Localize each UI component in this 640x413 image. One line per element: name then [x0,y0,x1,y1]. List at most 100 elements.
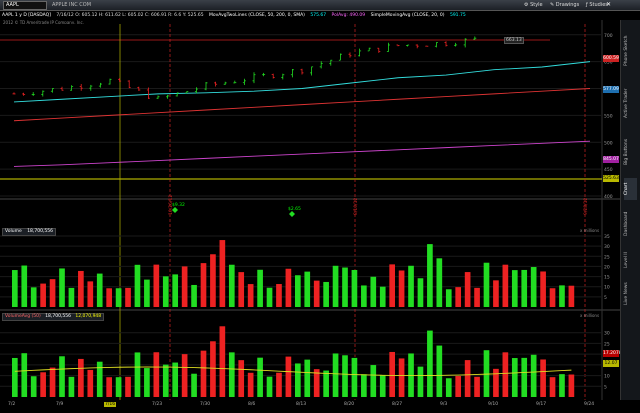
volume-bar[interactable] [68,376,75,397]
volume-bar[interactable] [389,264,395,307]
volume-bar[interactable] [238,360,245,397]
volume-bar[interactable] [106,377,112,397]
price-panel[interactable] [0,24,602,198]
volume-bar[interactable] [361,285,367,307]
volume-bar[interactable] [502,264,509,307]
volume-bar[interactable] [521,357,528,397]
volume-bar[interactable] [12,270,18,307]
volume-bar[interactable] [144,279,150,307]
volume-bar[interactable] [162,364,169,397]
tab-level-ii[interactable]: Level II [624,248,637,272]
volume-bar[interactable] [181,354,188,397]
volume-bar[interactable] [445,378,452,397]
dividend-event[interactable]: $2.65 [288,207,301,212]
volume-bar[interactable] [559,374,565,397]
volume-bar[interactable] [247,372,254,397]
volume-bar[interactable] [276,372,282,397]
volume-bar[interactable] [370,365,377,397]
volume-bar[interactable] [379,375,386,397]
volume-bar[interactable] [285,356,292,397]
tab-dashboard[interactable]: Dashboard [624,206,637,242]
volume-bar[interactable] [200,350,207,397]
volume-bar[interactable] [21,265,28,307]
volume-bar[interactable] [219,326,226,397]
volume-bar[interactable] [285,268,292,307]
volume-bar[interactable] [266,287,273,307]
volume-bar[interactable] [474,376,480,397]
volume-bar[interactable] [87,281,94,307]
volume-bar[interactable] [115,377,122,397]
volume-bar[interactable] [313,280,320,307]
volume-bar[interactable] [257,269,263,307]
volume-bar[interactable] [493,368,499,397]
volume-bar[interactable] [464,360,471,397]
volume-bar[interactable] [266,376,273,397]
volume-bar[interactable] [351,269,358,307]
volume-bar[interactable] [521,269,528,307]
volume-bar[interactable] [342,267,348,307]
volume-bar[interactable] [162,276,169,307]
volume-bar[interactable] [540,359,546,397]
volume-bar[interactable] [530,267,537,307]
volume-bar[interactable] [181,266,188,307]
volume-bar[interactable] [228,352,235,397]
volume-bar[interactable] [540,271,546,307]
volume-bar[interactable] [398,270,405,307]
volume-bar[interactable] [304,271,311,307]
volume-bar[interactable] [134,352,141,397]
volume-bar[interactable] [49,279,56,307]
dividend-event[interactable]: $9.32 [172,203,185,208]
volume-bar[interactable] [408,265,414,307]
volume-bar[interactable] [40,372,46,397]
volume-bar[interactable] [295,275,301,307]
volume-bar[interactable] [464,272,471,307]
volume-bar[interactable] [568,374,575,397]
volume-bar[interactable] [323,370,329,397]
volume-bar[interactable] [483,262,490,307]
volume-bar[interactable] [78,358,84,397]
volume-bar[interactable] [436,345,443,397]
chart-canvas[interactable]: 700650600550500450400 10/26/128/10/129/2… [0,0,620,413]
volume-bar[interactable] [191,284,197,307]
volume-bar[interactable] [379,286,386,307]
volume-bar[interactable] [427,330,433,397]
volume-bar[interactable] [370,276,377,307]
volume-bar[interactable] [210,341,216,397]
volume-bar[interactable] [144,368,150,397]
volume-bar[interactable] [96,273,103,307]
volume-bar[interactable] [78,270,84,307]
volume-bar[interactable] [427,244,433,307]
volume-bar[interactable] [417,278,424,307]
volume-bar[interactable] [474,287,480,307]
volume-bar[interactable] [530,354,537,397]
volume-bar[interactable] [153,352,160,397]
volume-bar[interactable] [568,285,575,307]
volume-bar[interactable] [351,357,358,397]
volume-bar[interactable] [106,288,112,307]
volume-bar[interactable] [125,287,131,307]
volume-bar[interactable] [59,356,65,397]
volume-bar[interactable] [219,240,226,307]
volume-bar[interactable] [172,362,179,397]
volume-bar[interactable] [549,288,556,307]
tab-phone-sketch[interactable]: Phone Sketch [624,28,637,74]
volume-bar[interactable] [323,281,329,307]
tab-big-buttons[interactable]: Big Buttons [624,132,637,172]
volume-bar[interactable] [96,361,103,397]
volume-bar[interactable] [493,280,499,307]
volume-bar[interactable] [153,264,160,307]
volume-label[interactable]: Volume 18,700,556 [2,228,56,236]
volume-bar[interactable] [295,363,301,397]
volume-bar[interactable] [228,264,235,307]
volume-bar[interactable] [134,264,141,307]
volume-bar[interactable] [125,376,131,397]
volume-bar[interactable] [40,283,46,307]
volume-bar[interactable] [191,373,197,397]
volume-bar[interactable] [436,258,443,307]
volume-bar[interactable] [49,367,56,397]
volume-bar[interactable] [502,352,509,397]
volume-bar[interactable] [389,351,395,397]
volume-bar[interactable] [30,376,37,397]
tab-active-trader[interactable]: Active Trader [624,80,637,126]
volume-bar[interactable] [172,274,179,307]
